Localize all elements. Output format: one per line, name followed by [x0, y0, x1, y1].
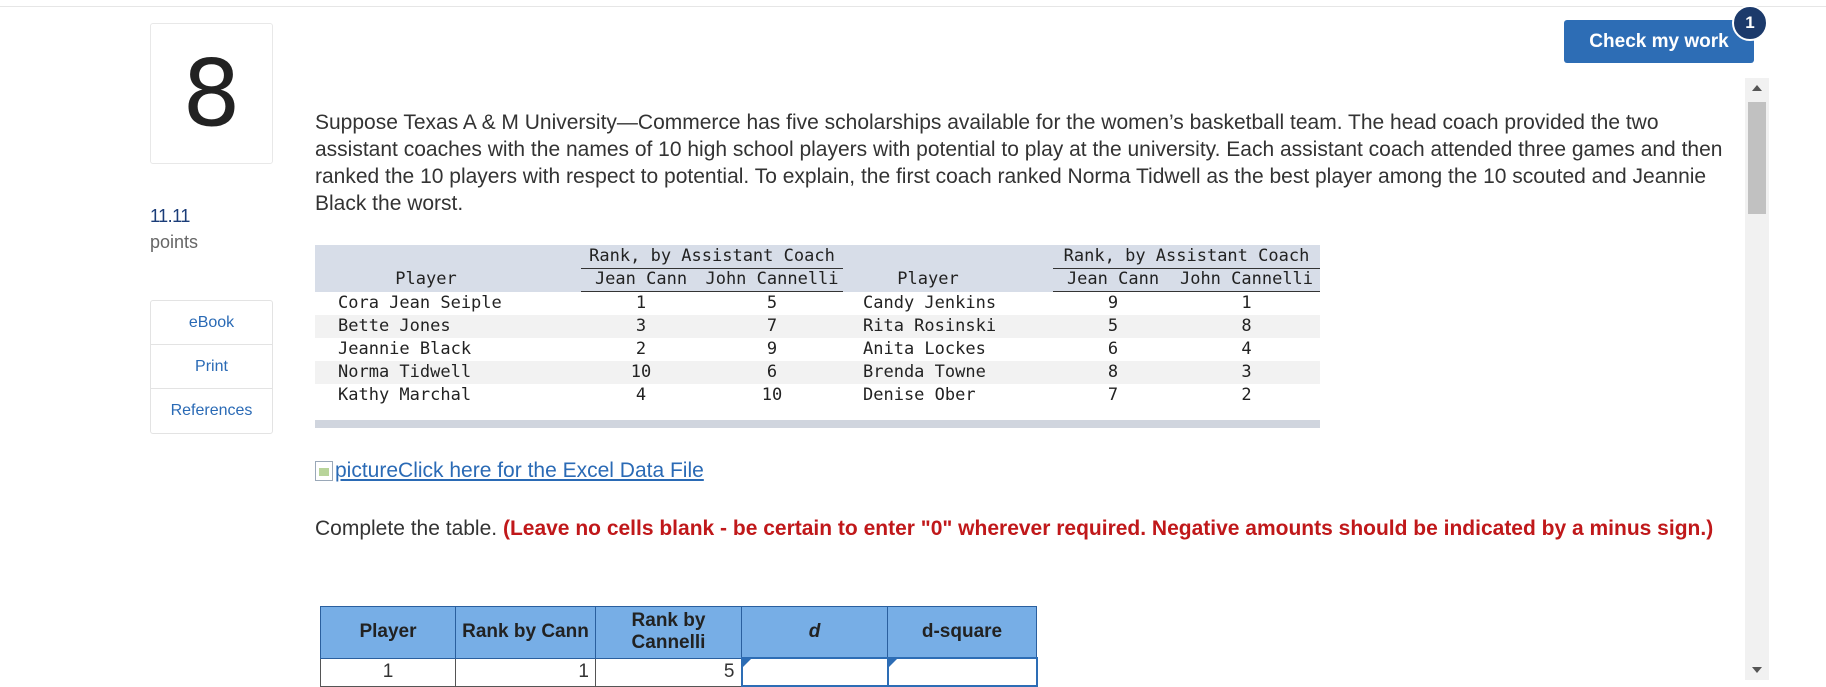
scroll-down-arrow-icon[interactable] [1745, 660, 1769, 680]
references-link[interactable]: References [151, 389, 272, 433]
excel-link-text[interactable]: pictureClick here for the Excel Data Fil… [335, 459, 704, 483]
attempt-badge: 1 [1732, 5, 1768, 41]
header-rank-cannelli: Rank by Cannelli [595, 606, 742, 659]
group-header-left: Rank, by Assistant Coach [581, 245, 843, 269]
answer-row: 115 [320, 657, 1038, 687]
cann-rank-left: 1 [635, 293, 647, 313]
data-table-row: Kathy Marchal 4 10 Denise Ober 7 2 [315, 384, 1320, 407]
question-number: 8 [150, 23, 273, 164]
player-name-right: Denise Ober [863, 385, 976, 405]
cann-rank-right: 9 [1107, 293, 1119, 313]
data-table-row: Bette Jones 3 7 Rita Rosinski 5 8 [315, 315, 1320, 338]
player-name-left: Kathy Marchal [338, 385, 472, 405]
answer-player: 1 [320, 657, 456, 687]
data-table-row: Norma Tidwell 10 6 Brenda Towne 8 3 [315, 361, 1320, 384]
col-cann-left: Jean Cann [581, 268, 701, 292]
data-table-row: Jeannie Black 2 9 Anita Lockes 6 4 [315, 338, 1320, 361]
col-player-left: Player [395, 269, 457, 289]
excel-data-link[interactable]: pictureClick here for the Excel Data Fil… [315, 459, 704, 483]
cann-rank-left: 3 [635, 316, 647, 336]
cannelli-rank-right: 4 [1241, 339, 1252, 359]
cannelli-rank-right: 1 [1241, 293, 1252, 313]
cannelli-rank-left: 5 [766, 293, 778, 313]
answer-rank-cannelli: 5 [595, 657, 742, 687]
cannelli-rank-left: 6 [766, 362, 778, 382]
cannelli-rank-left: 7 [766, 316, 778, 336]
instructions-warning: (Leave no cells blank - be certain to en… [502, 517, 1714, 540]
player-name-left: Bette Jones [338, 316, 451, 336]
scroll-up-arrow-icon[interactable] [1745, 78, 1769, 98]
answer-table: Player Rank by Cann Rank by Cannelli d d… [320, 606, 1038, 687]
header-d: d [741, 606, 888, 659]
cannelli-rank-left: 9 [766, 339, 778, 359]
data-table: Rank, by Assistant Coach Player Jean Can… [315, 245, 1320, 428]
print-link[interactable]: Print [151, 345, 272, 389]
cann-rank-right: 7 [1107, 385, 1119, 405]
data-table-bottom-bar [315, 420, 1320, 428]
data-table-row: Cora Jean Seiple 1 5 Candy Jenkins 9 1 [315, 292, 1320, 315]
cann-rank-right: 6 [1107, 339, 1119, 359]
player-name-right: Brenda Towne [863, 362, 986, 382]
col-cannelli-left: John Cannelli [701, 268, 843, 292]
cann-rank-left: 4 [635, 385, 647, 405]
header-player: Player [320, 606, 456, 659]
d-input[interactable] [740, 657, 889, 687]
player-name-right: Anita Lockes [863, 339, 986, 359]
cannelli-rank-left: 10 [761, 385, 783, 405]
instructions: Complete the table. (Leave no cells blan… [315, 515, 1725, 542]
cannelli-rank-right: 8 [1241, 316, 1252, 336]
instructions-lead: Complete the table. [315, 517, 503, 540]
check-my-work-button[interactable]: Check my work [1564, 20, 1754, 63]
cann-rank-left: 10 [630, 362, 652, 382]
points-value: 11.11 [150, 206, 190, 226]
col-cann-right: Jean Cann [1053, 268, 1173, 292]
answer-rank-cann: 1 [455, 657, 596, 687]
data-table-header: Rank, by Assistant Coach Player Jean Can… [315, 245, 1320, 292]
col-cannelli-right: John Cannelli [1173, 268, 1320, 292]
player-name-right: Rita Rosinski [863, 316, 997, 336]
scrollbar-thumb[interactable] [1748, 102, 1766, 214]
player-name-left: Cora Jean Seiple [338, 293, 502, 313]
cann-rank-left: 2 [635, 339, 647, 359]
header-rank-cann: Rank by Cann [455, 606, 596, 659]
cannelli-rank-right: 2 [1241, 385, 1252, 405]
cann-rank-right: 8 [1107, 362, 1119, 382]
cannelli-rank-right: 3 [1241, 362, 1252, 382]
d-square-input[interactable] [886, 657, 1038, 687]
ebook-link[interactable]: eBook [151, 301, 272, 345]
top-divider [0, 6, 1826, 7]
header-d-square: d-square [887, 606, 1037, 659]
group-header-right: Rank, by Assistant Coach [1053, 245, 1320, 269]
side-nav: eBook Print References [150, 300, 273, 434]
question-text: Suppose Texas A & M University—Commerce … [315, 111, 1723, 215]
player-name-left: Jeannie Black [338, 339, 472, 359]
col-player-right: Player [897, 269, 959, 289]
player-name-left: Norma Tidwell [338, 362, 472, 382]
broken-image-icon [315, 461, 333, 481]
cann-rank-right: 5 [1107, 316, 1119, 336]
player-name-right: Candy Jenkins [863, 293, 997, 313]
points-label: points [150, 232, 199, 252]
